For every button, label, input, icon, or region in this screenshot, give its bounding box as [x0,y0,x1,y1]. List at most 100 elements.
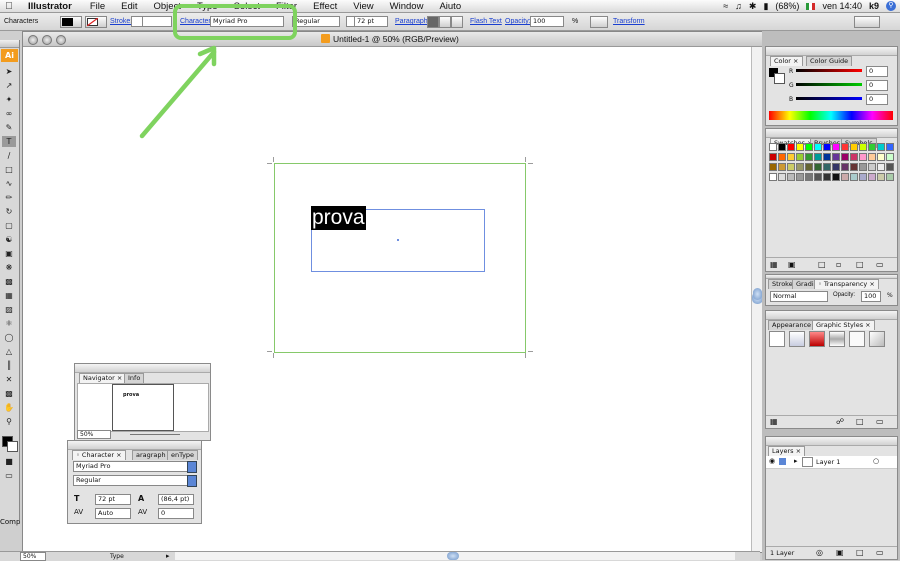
swatch-options-icon[interactable]: □ [818,260,826,269]
tab-info[interactable]: Info [124,373,145,383]
delete-layer-icon[interactable]: ▭ [876,548,884,557]
color-spectrum-bar[interactable] [769,111,893,120]
blue-channel-slider[interactable] [796,97,862,100]
color-swatch[interactable] [769,163,777,171]
color-panel-header[interactable] [766,47,897,56]
delete-swatch-icon[interactable]: ▭ [876,260,884,269]
color-swatch[interactable] [805,163,813,171]
color-swatch[interactable] [877,143,885,151]
color-swatch[interactable] [868,163,876,171]
color-swatch[interactable] [850,143,858,151]
blue-channel-field[interactable]: 0 [866,94,888,105]
character-font-name-dropdown[interactable] [187,461,197,473]
color-swatch[interactable] [859,163,867,171]
color-swatch[interactable] [814,163,822,171]
color-swatch[interactable] [886,153,894,161]
tab-layers[interactable]: Layers × [768,446,806,456]
horizontal-scroll-thumb[interactable] [447,552,459,560]
transparency-opacity-field[interactable]: 100 [861,291,881,302]
color-swatch[interactable] [868,173,876,181]
color-swatch[interactable] [868,143,876,151]
new-color-group-icon[interactable]: ▫ [836,260,841,269]
color-swatch[interactable] [823,143,831,151]
graphic-style-chrome[interactable] [829,331,845,347]
graphic-style-glow[interactable] [849,331,865,347]
color-swatch[interactable] [805,143,813,151]
color-swatch[interactable] [814,143,822,151]
red-channel-slider[interactable] [796,69,862,72]
character-tracking-field[interactable]: 0 [158,508,194,519]
layer-name[interactable]: Layer 1 [816,458,840,466]
color-swatch[interactable] [796,173,804,181]
green-channel-field[interactable]: 0 [866,80,888,91]
dock-collapse-handle[interactable] [753,288,762,300]
color-swatch[interactable] [769,143,777,151]
color-swatch[interactable] [805,173,813,181]
tab-navigator[interactable]: Navigator × [79,373,127,383]
color-swatch[interactable] [796,143,804,151]
blend-mode-select[interactable]: Normal [770,291,828,302]
color-swatch[interactable] [823,173,831,181]
color-swatch[interactable] [877,173,885,181]
navigator-panel-header[interactable] [75,364,210,373]
color-stroke-swatch[interactable] [774,73,785,84]
color-swatch[interactable] [805,153,813,161]
color-swatch[interactable] [886,163,894,171]
color-swatch[interactable] [787,163,795,171]
color-swatch[interactable] [850,163,858,171]
swatch-libraries-icon[interactable]: ▦ [770,260,778,269]
character-font-style-dropdown[interactable] [187,475,197,487]
color-swatch[interactable] [859,153,867,161]
color-swatch[interactable] [850,153,858,161]
swatches-panel-header[interactable] [766,129,897,138]
color-swatch[interactable] [778,153,786,161]
character-font-style-field[interactable]: Regular [73,475,189,486]
tab-paragraph[interactable]: aragraph [132,450,170,460]
color-swatch[interactable] [859,143,867,151]
color-swatch[interactable] [877,153,885,161]
character-panel-header[interactable] [68,441,201,450]
color-swatch[interactable] [868,153,876,161]
navigator-zoom-field[interactable]: 50% [77,430,111,439]
break-link-icon[interactable]: ☍ [836,417,844,426]
color-swatch[interactable] [814,153,822,161]
color-swatch[interactable] [823,153,831,161]
color-swatch[interactable] [832,153,840,161]
color-swatch[interactable] [823,163,831,171]
color-swatch[interactable] [859,173,867,181]
graphic-style-libraries-icon[interactable]: ▦ [770,417,778,426]
navigator-preview[interactable]: prova [77,383,209,432]
navigator-view-box[interactable] [112,384,174,431]
new-sublayer-icon[interactable]: ▣ [836,548,844,557]
new-graphic-style-icon[interactable]: □ [856,417,864,426]
red-channel-field[interactable]: 0 [866,66,888,77]
delete-graphic-style-icon[interactable]: ▭ [876,417,884,426]
tab-character[interactable]: ◦ Character × [72,450,126,460]
color-swatch[interactable] [877,163,885,171]
tab-color[interactable]: Color × [770,56,803,66]
status-menu-arrow-icon[interactable]: ▸ [166,552,170,560]
color-swatch[interactable] [886,143,894,151]
tab-transparency[interactable]: ◦ Transparency × [814,279,879,289]
color-swatch[interactable] [832,173,840,181]
color-swatch[interactable] [769,173,777,181]
color-swatch[interactable] [850,173,858,181]
color-swatch[interactable] [778,143,786,151]
tab-opentype[interactable]: enType [167,450,199,460]
graphic-style-default[interactable] [769,331,785,347]
layers-panel-header[interactable] [766,437,897,446]
layer-row[interactable]: ◉ ▸ Layer 1 ○ [766,456,897,469]
color-swatch[interactable] [787,173,795,181]
character-font-name-field[interactable]: Myriad Pro [73,461,189,472]
character-kerning-field[interactable]: Auto [95,508,131,519]
make-clipping-mask-icon[interactable]: ◎ [816,548,823,557]
layer-expand-icon[interactable]: ▸ [794,457,798,465]
color-swatch[interactable] [787,153,795,161]
graphic-style-bevel[interactable] [869,331,885,347]
color-swatch[interactable] [841,153,849,161]
color-swatch[interactable] [814,173,822,181]
graphic-styles-panel-header[interactable] [766,311,897,320]
color-swatch[interactable] [796,153,804,161]
layer-target-icon[interactable]: ○ [873,457,879,465]
navigator-zoom-slider[interactable] [130,434,180,435]
